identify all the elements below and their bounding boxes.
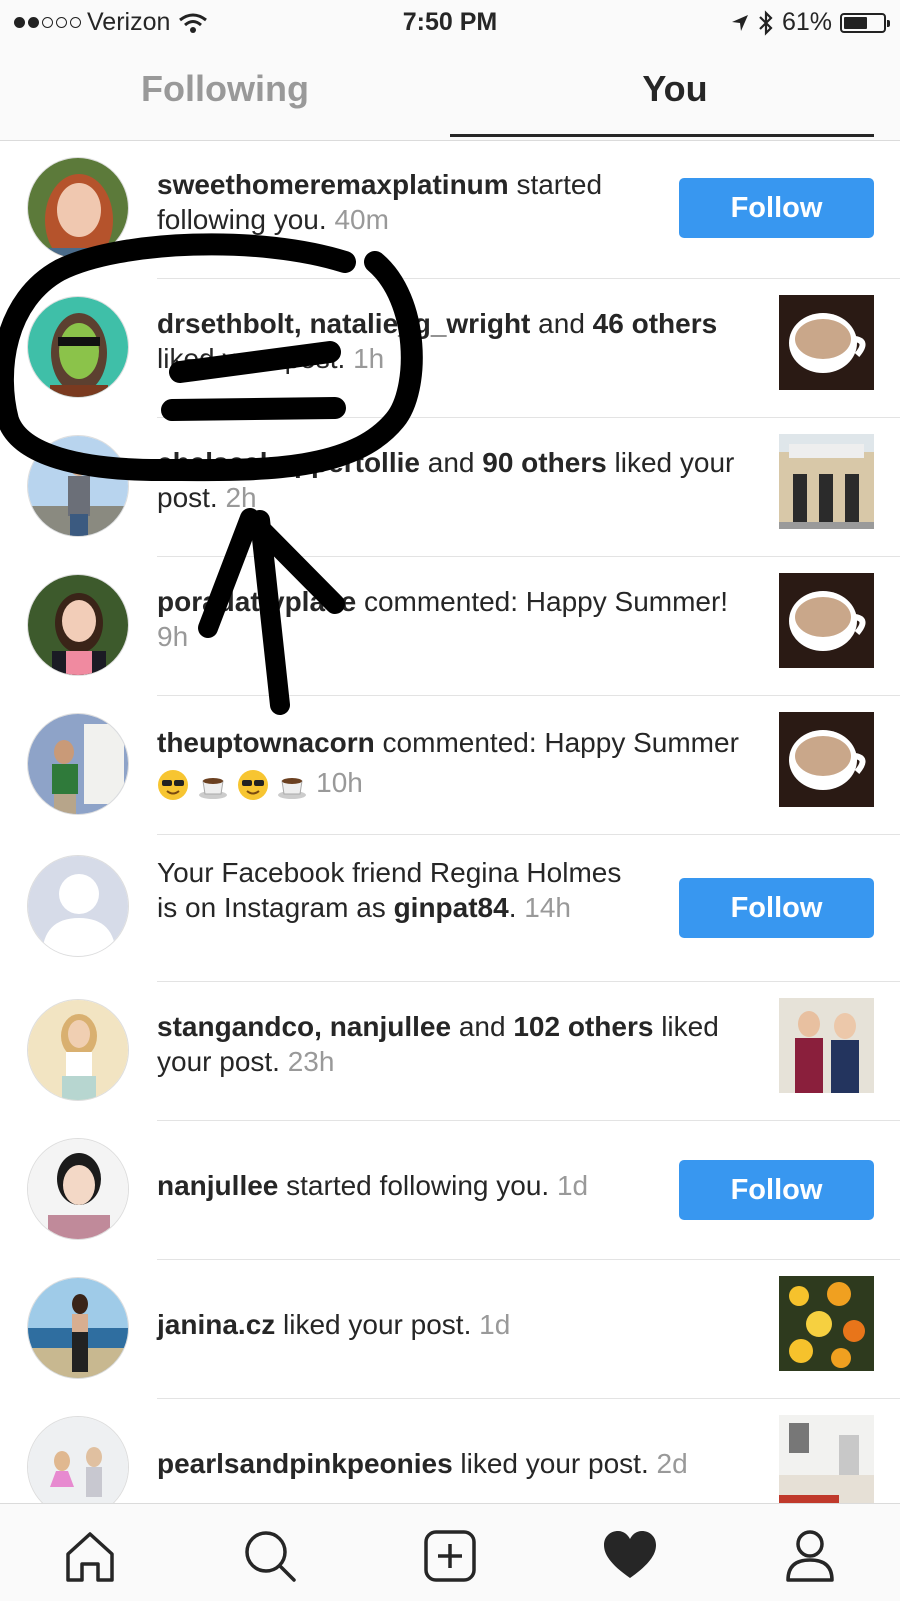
- heart-icon[interactable]: [600, 1526, 660, 1586]
- notification-text: drsethbolt, natalie_g_wright and 46 othe…: [157, 308, 718, 374]
- notification-text: stangandco, nanjullee and 102 others lik…: [157, 1011, 719, 1077]
- notification-text: poradattyplace commented: Happy Summer! …: [157, 586, 729, 652]
- username[interactable]: chelseahoppertollie: [157, 447, 420, 478]
- username[interactable]: poradattyplace: [157, 586, 356, 617]
- post-thumbnail[interactable]: [779, 998, 874, 1093]
- avatar[interactable]: [27, 296, 129, 398]
- avatar[interactable]: [27, 855, 129, 957]
- avatar[interactable]: [27, 435, 129, 537]
- timestamp: 40m: [334, 204, 389, 235]
- status-bar: Verizon 7:50 PM 61%: [0, 0, 900, 46]
- username[interactable]: ginpat84: [394, 892, 509, 923]
- active-tab-indicator: [450, 134, 874, 137]
- avatar[interactable]: [27, 713, 129, 815]
- list-item[interactable]: janina.cz liked your post. 1d: [0, 1260, 900, 1399]
- tab-following[interactable]: Following: [0, 68, 450, 110]
- timestamp: 14h: [524, 892, 571, 923]
- username[interactable]: drsethbolt, natalie_g_wright: [157, 308, 530, 339]
- list-item[interactable]: nanjullee started following you. 1d Foll…: [0, 1121, 900, 1260]
- list-item[interactable]: Your Facebook friend Regina Holmes is on…: [0, 835, 900, 982]
- post-thumbnail[interactable]: [779, 1415, 874, 1510]
- bottom-nav: [0, 1503, 900, 1601]
- tab-you[interactable]: You: [450, 68, 900, 110]
- timestamp: 2d: [656, 1448, 688, 1479]
- notification-text: theuptownacorn commented: Happy Summer 1…: [157, 723, 747, 803]
- list-item[interactable]: theuptownacorn commented: Happy Summer 1…: [0, 696, 900, 835]
- username[interactable]: theuptownacorn: [157, 727, 375, 758]
- notification-text: janina.cz liked your post. 1d: [157, 1309, 511, 1340]
- avatar[interactable]: [27, 999, 129, 1101]
- username[interactable]: sweethomeremaxplatinum: [157, 169, 509, 200]
- list-item[interactable]: stangandco, nanjullee and 102 others lik…: [0, 982, 900, 1121]
- profile-icon[interactable]: [780, 1526, 840, 1586]
- follow-button[interactable]: Follow: [679, 878, 874, 938]
- avatar[interactable]: [27, 1277, 129, 1379]
- activity-tabs: Following You: [0, 46, 900, 141]
- sunglasses-emoji-icon: [158, 769, 188, 800]
- bluetooth-icon: [759, 9, 773, 36]
- coffee-emoji-icon: [198, 777, 227, 799]
- timestamp: 10h: [316, 767, 363, 798]
- follow-button[interactable]: Follow: [679, 1160, 874, 1220]
- notification-text: chelseahoppertollie and 90 others liked …: [157, 447, 735, 513]
- username[interactable]: janina.cz: [157, 1309, 275, 1340]
- home-icon[interactable]: [60, 1526, 120, 1586]
- post-thumbnail[interactable]: [779, 295, 874, 390]
- timestamp: 23h: [287, 1046, 335, 1077]
- timestamp: 1d: [479, 1309, 511, 1340]
- search-icon[interactable]: [240, 1526, 300, 1586]
- add-post-icon[interactable]: [420, 1526, 480, 1586]
- follow-button[interactable]: Follow: [679, 178, 874, 238]
- list-item[interactable]: poradattyplace commented: Happy Summer! …: [0, 557, 900, 696]
- avatar[interactable]: [27, 157, 129, 259]
- notification-list: sweethomeremaxplatinum started following…: [0, 140, 900, 1538]
- timestamp: 9h: [157, 621, 189, 652]
- list-item[interactable]: sweethomeremaxplatinum started following…: [0, 140, 900, 279]
- post-thumbnail[interactable]: [779, 434, 874, 529]
- battery-percent: 61%: [781, 8, 832, 36]
- post-thumbnail[interactable]: [779, 712, 874, 807]
- username[interactable]: stangandco, nanjullee: [157, 1011, 451, 1042]
- location-arrow-icon: [731, 14, 748, 31]
- battery-icon: [840, 12, 890, 33]
- notification-text: nanjullee started following you. 1d: [157, 1170, 589, 1201]
- notification-text: Your Facebook friend Regina Holmes is on…: [157, 857, 622, 923]
- avatar[interactable]: [27, 1138, 129, 1240]
- username[interactable]: nanjullee: [157, 1170, 278, 1201]
- avatar[interactable]: [27, 574, 129, 676]
- timestamp: 1d: [556, 1170, 589, 1201]
- list-item[interactable]: drsethbolt, natalie_g_wright and 46 othe…: [0, 279, 900, 418]
- timestamp: 1h: [353, 343, 385, 374]
- sunglasses-emoji-icon: [237, 769, 268, 800]
- status-right: 61%: [730, 8, 890, 37]
- post-thumbnail[interactable]: [779, 573, 874, 668]
- list-item[interactable]: chelseahoppertollie and 90 others liked …: [0, 418, 900, 557]
- post-thumbnail[interactable]: [779, 1276, 874, 1371]
- coffee-emoji-icon: [278, 777, 307, 799]
- username[interactable]: pearlsandpinkpeonies: [157, 1448, 453, 1479]
- timestamp: 2h: [225, 482, 257, 513]
- notification-text: pearlsandpinkpeonies liked your post. 2d: [157, 1448, 688, 1479]
- notification-text: sweethomeremaxplatinum started following…: [157, 167, 657, 237]
